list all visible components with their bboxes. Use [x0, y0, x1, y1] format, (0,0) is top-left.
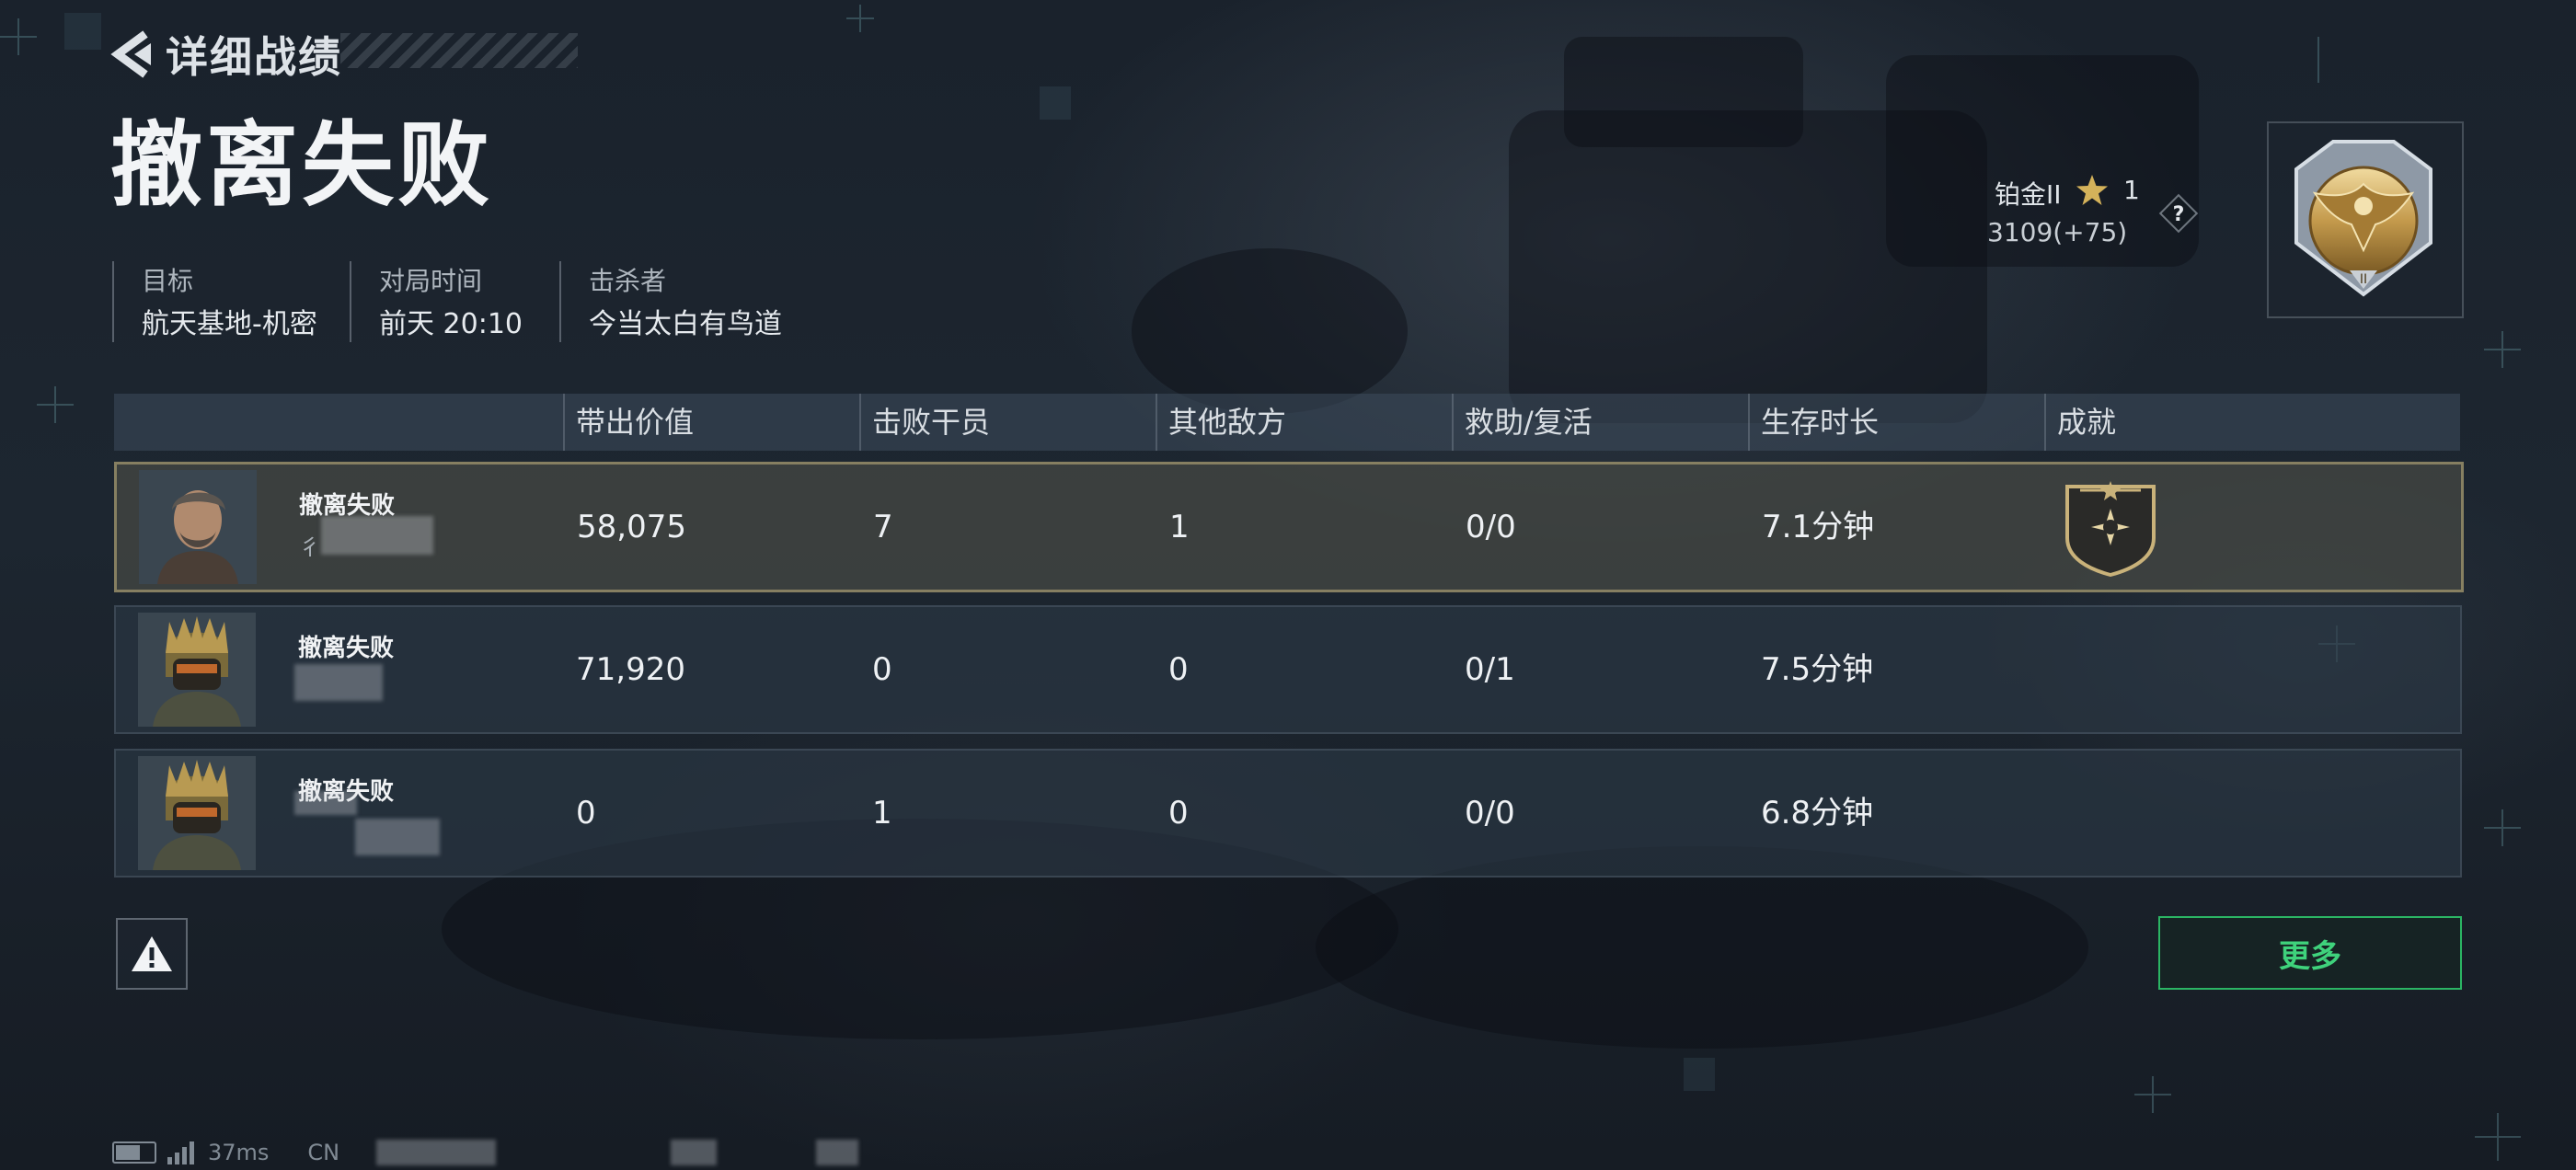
cell-survival-time: 7.1分钟	[1762, 509, 1875, 545]
rank-star-icon	[2076, 175, 2108, 205]
cell-other-enemies: 1	[1169, 509, 1190, 545]
redaction	[671, 1140, 718, 1165]
report-button[interactable]	[116, 918, 188, 990]
warning-icon	[132, 936, 172, 971]
back-arrow-icon	[110, 30, 151, 78]
cell-assist: 0/1	[1465, 651, 1515, 688]
table-header: 带出价值 击败干员 其他敌方 救助/复活 生存时长 成就	[114, 394, 2460, 451]
operator-avatar	[139, 470, 257, 584]
name-redaction	[355, 819, 440, 855]
info-match-time: 对局时间 前天 20:10	[350, 261, 523, 342]
header-assist-revive: 救助/复活	[1452, 394, 1593, 451]
cell-operators: 1	[872, 795, 892, 832]
info-killer-value: 今当太白有鸟道	[589, 308, 782, 340]
redaction	[816, 1140, 859, 1165]
operator-avatar	[138, 613, 256, 727]
cell-value: 71,920	[576, 651, 685, 688]
svg-text:II: II	[2360, 272, 2367, 287]
cell-other-enemies: 0	[1168, 651, 1189, 688]
more-button[interactable]: 更多	[2158, 916, 2462, 990]
redaction	[376, 1140, 497, 1165]
rank-name: 铂金II	[1995, 179, 2062, 210]
cell-survival-time: 6.8分钟	[1761, 795, 1874, 832]
region-label: CN	[307, 1140, 340, 1165]
rank-points: 3109(+75)	[1987, 217, 2128, 247]
info-killer: 击杀者 今当太白有鸟道	[559, 261, 782, 342]
back-title: 详细战绩	[166, 32, 342, 82]
header-extracted-value: 带出价值	[563, 394, 694, 451]
name-redaction	[294, 791, 357, 815]
platinum-eagle-emblem-icon: II	[2294, 140, 2432, 297]
header-other-enemies: 其他敌方	[1156, 394, 1286, 451]
ping-readout: 37ms	[208, 1140, 270, 1165]
cell-other-enemies: 0	[1168, 795, 1189, 832]
table-row[interactable]: 撤离失败 0 1 0 0/0 6.8分钟	[114, 749, 2462, 878]
info-match-time-value: 前天 20:10	[379, 308, 523, 340]
result-title: 撤离失败	[110, 111, 493, 219]
info-objective: 目标 航天基地-机密	[112, 261, 317, 342]
cell-value: 0	[576, 795, 596, 832]
cell-survival-time: 7.5分钟	[1761, 651, 1874, 688]
star-shield-badge-icon[interactable]	[2062, 477, 2159, 577]
cell-operators: 0	[872, 651, 892, 688]
battery-icon	[112, 1141, 156, 1164]
info-match-time-label: 对局时间	[379, 266, 483, 296]
name-redaction	[321, 516, 433, 555]
back-button[interactable]: 详细战绩	[109, 24, 342, 85]
status-bar: 37ms CN	[112, 1139, 859, 1166]
signal-icon	[167, 1141, 197, 1164]
cell-assist: 0/0	[1466, 509, 1516, 545]
header-achievements: 成就	[2044, 394, 2116, 451]
header-survival-time: 生存时长	[1748, 394, 1879, 451]
cell-operators: 7	[873, 509, 893, 545]
table-row[interactable]: 撤离失败 71,920 0 0 0/1 7.5分钟	[114, 605, 2462, 734]
player-name: 彳	[299, 534, 321, 560]
question-icon[interactable]: ?	[2158, 193, 2199, 234]
cell-value: 58,075	[577, 509, 686, 545]
header-stripes	[340, 33, 578, 68]
name-redaction	[294, 664, 383, 701]
cell-assist: 0/0	[1465, 795, 1515, 832]
table-row[interactable]: 撤离失败 彳 58,075 7 1 0/0 7.1分钟	[114, 462, 2464, 592]
svg-text:?: ?	[2173, 203, 2185, 226]
rank-star-count: 1	[2123, 175, 2140, 205]
info-killer-label: 击杀者	[589, 266, 667, 296]
player-status: 撤离失败	[298, 635, 395, 662]
info-objective-value: 航天基地-机密	[142, 308, 317, 340]
header-operators-defeated: 击败干员	[859, 394, 990, 451]
info-objective-label: 目标	[142, 266, 194, 296]
operator-avatar	[138, 756, 256, 870]
